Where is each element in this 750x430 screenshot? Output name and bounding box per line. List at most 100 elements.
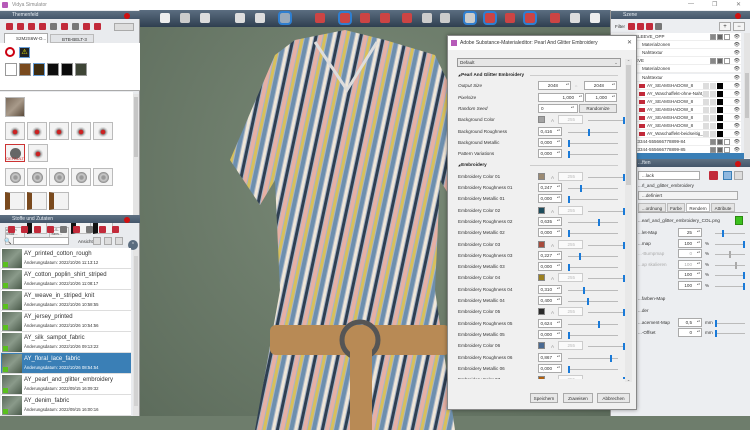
parameter-slider[interactable] — [568, 252, 618, 260]
material-list-item[interactable]: AY_cotton_poplin_shirt_striped Änderungsd… — [1, 269, 131, 290]
output-size-height-select[interactable]: 2048 — [584, 81, 617, 91]
visibility-eye-icon[interactable]: 👁 — [734, 138, 740, 146]
parameter-slider[interactable] — [568, 230, 618, 238]
material-zone-swatch[interactable] — [717, 90, 723, 97]
property-value-input[interactable]: 100 — [678, 238, 702, 248]
property-slider[interactable] — [715, 261, 745, 269]
parameter-value-input[interactable]: 0,310 — [538, 284, 562, 294]
slider-handle[interactable] — [734, 261, 737, 269]
parameter-slider[interactable] — [588, 117, 625, 125]
material-list-item[interactable]: AY_floral_lace_fabric Änderungsdatum: 202… — [1, 353, 131, 374]
pixelsize-x-input[interactable]: 1,000 — [538, 92, 584, 102]
slider-handle[interactable] — [722, 230, 724, 237]
material-list-item[interactable]: AY_silk_sampot_fabric Änderungsdatum: 202… — [1, 332, 131, 353]
list-view-button[interactable] — [104, 237, 112, 245]
slider-handle[interactable] — [715, 319, 717, 327]
material-zone-swatch[interactable] — [710, 139, 716, 146]
buckle-tile[interactable] — [5, 168, 25, 186]
property-slider[interactable] — [715, 251, 745, 259]
material-zone-swatch[interactable] — [703, 106, 709, 113]
slider-handle[interactable] — [598, 218, 601, 226]
grid-view-button[interactable] — [93, 237, 101, 245]
parameter-value-input[interactable]: 0,000 — [538, 194, 562, 204]
buckle-tile[interactable] — [93, 168, 113, 186]
material-list-item[interactable]: AY_jersey_printed Änderungsdatum: 2022/10… — [1, 311, 131, 332]
tool-icon[interactable] — [17, 23, 24, 30]
slider-handle[interactable] — [568, 230, 570, 238]
material-zone-swatch[interactable] — [710, 90, 716, 97]
parameter-value-input[interactable]: 0,000 — [538, 137, 562, 147]
material-zone-swatch[interactable] — [710, 82, 716, 89]
view-toggle[interactable] — [114, 23, 134, 31]
material-zone-swatch[interactable] — [717, 139, 723, 146]
parameter-value-input[interactable]: 0,867 — [538, 352, 562, 362]
material-zone-swatch[interactable] — [710, 34, 716, 40]
parameter-value-input[interactable]: 0,000 — [538, 363, 562, 373]
material-type-dropdown[interactable]: ...definiert — [638, 191, 738, 200]
tool-icon[interactable] — [28, 23, 35, 30]
slider-handle[interactable] — [568, 264, 570, 272]
visibility-eye-icon[interactable]: 👁 — [734, 98, 740, 106]
property-slider[interactable] — [715, 272, 745, 280]
color-swatch[interactable] — [33, 63, 45, 76]
visibility-eye-icon[interactable]: 👁 — [734, 106, 740, 114]
add-button[interactable]: + — [719, 22, 731, 31]
parameter-slider[interactable] — [568, 264, 618, 272]
color-swatch-button[interactable] — [538, 308, 545, 316]
slider-handle[interactable] — [609, 354, 612, 362]
color-swatch-button[interactable] — [538, 116, 545, 124]
viewport-tool-icon[interactable] — [380, 13, 390, 23]
slider-handle[interactable] — [743, 283, 745, 290]
parameter-slider[interactable] — [588, 343, 625, 351]
viewport-tool-icon[interactable] — [483, 11, 497, 25]
color-swatch-button[interactable] — [538, 172, 545, 180]
slider-handle[interactable] — [579, 185, 582, 192]
button-trim-tile[interactable] — [28, 144, 49, 162]
visibility-eye-icon[interactable]: 👁 — [734, 57, 740, 65]
link-icon[interactable]: ⇔ — [574, 80, 578, 91]
pick-material-icon[interactable] — [709, 171, 718, 180]
slider-handle[interactable] — [729, 251, 731, 259]
slider-handle[interactable] — [743, 272, 745, 280]
alpha-input[interactable]: 255 — [558, 375, 583, 379]
tool-icon[interactable] — [47, 226, 54, 233]
material-zone-swatch[interactable] — [710, 106, 716, 113]
color-swatch-button[interactable] — [538, 274, 545, 282]
strap-tile[interactable] — [49, 192, 69, 210]
color-swatch[interactable] — [61, 63, 73, 76]
material-zone-swatch[interactable] — [717, 123, 723, 130]
alpha-input[interactable]: 255 — [558, 115, 583, 125]
color-swatch-button[interactable] — [538, 342, 545, 350]
property-slider[interactable] — [715, 283, 745, 290]
property-slider[interactable] — [715, 319, 745, 327]
material-list-item[interactable]: AY_denim_fabric Änderungsdatum: 2022/09/1… — [1, 395, 131, 416]
parameter-slider[interactable] — [568, 139, 618, 147]
visibility-eye-icon[interactable]: 👁 — [734, 33, 740, 41]
parameter-slider[interactable] — [588, 207, 625, 215]
tool-icon[interactable] — [73, 226, 80, 233]
material-zone-swatch[interactable] — [724, 58, 730, 65]
visibility-eye-icon[interactable]: 👁 — [734, 90, 740, 98]
color-swatch[interactable] — [47, 63, 59, 76]
parameter-value-input[interactable]: 0,635 — [538, 216, 562, 226]
preset-dropdown[interactable]: Default ⌄ — [457, 58, 621, 67]
parameter-value-input[interactable]: 0,247 — [538, 183, 562, 192]
button-trim-tile[interactable] — [5, 122, 25, 140]
button-trim-tile[interactable] — [27, 122, 47, 140]
viewport-tool-icon[interactable] — [505, 13, 515, 23]
tool-icon[interactable] — [94, 23, 101, 30]
filter-icon[interactable] — [628, 23, 635, 30]
slider-handle[interactable] — [587, 298, 590, 305]
parameter-slider[interactable] — [568, 298, 618, 305]
visibility-eye-icon[interactable]: 👁 — [734, 74, 740, 82]
tab-render[interactable]: Rendern — [686, 203, 710, 212]
material-zone-swatch[interactable] — [717, 106, 723, 113]
material-zone-swatch[interactable] — [703, 98, 709, 105]
material-zone-swatch[interactable] — [717, 82, 723, 89]
filter-icon[interactable] — [637, 23, 644, 30]
tool-icon[interactable] — [60, 226, 67, 233]
parameter-value-input[interactable]: 0,000 — [538, 329, 562, 339]
material-view-icon[interactable] — [734, 171, 743, 180]
viewport-tool-icon[interactable] — [570, 13, 580, 23]
viewport-tool-icon[interactable] — [235, 13, 245, 23]
